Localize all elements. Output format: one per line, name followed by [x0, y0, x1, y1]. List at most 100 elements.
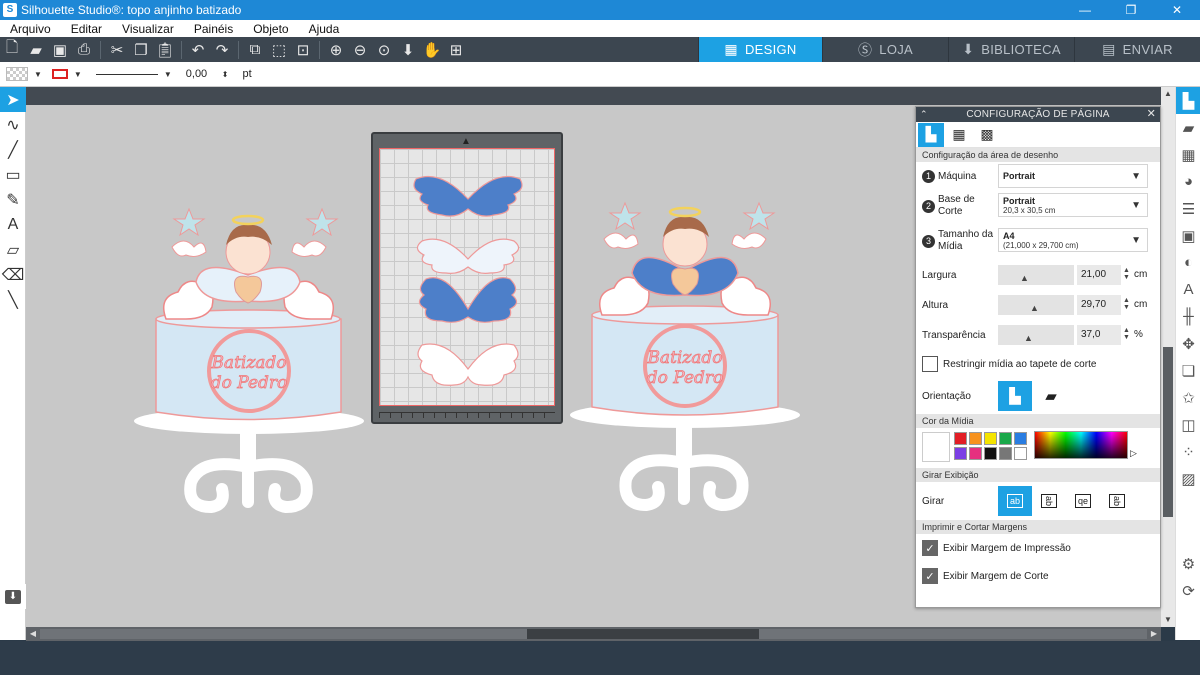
- tab-design[interactable]: ▦ DESIGN: [698, 37, 822, 62]
- offset-icon[interactable]: ◫: [1176, 411, 1200, 438]
- zoom-select-icon[interactable]: ⊙: [372, 39, 396, 61]
- text-tool-icon[interactable]: A: [0, 212, 26, 237]
- slider-knob[interactable]: ▲: [1030, 303, 1039, 313]
- line-width-input[interactable]: 0,00: [186, 68, 216, 80]
- import-button[interactable]: ⬇: [0, 584, 26, 609]
- menu-visualizar[interactable]: Visualizar: [112, 22, 184, 36]
- cut-margin-checkbox[interactable]: ✓: [922, 568, 938, 584]
- menu-paineis[interactable]: Painéis: [184, 22, 243, 36]
- color-swatch[interactable]: [984, 447, 997, 460]
- color-spectrum-picker[interactable]: [1034, 431, 1128, 459]
- close-button[interactable]: ✕: [1154, 0, 1200, 20]
- menu-editar[interactable]: Editar: [61, 22, 112, 36]
- tab-biblioteca[interactable]: ⬇ BIBLIOTECA: [948, 37, 1074, 62]
- sync-icon[interactable]: ⟳: [1176, 577, 1200, 604]
- vertical-scrollbar[interactable]: ▲ ▼: [1161, 87, 1175, 627]
- collapse-icon[interactable]: ⌃: [920, 107, 928, 122]
- color-swatch[interactable]: [999, 432, 1012, 445]
- menu-objeto[interactable]: Objeto: [243, 22, 298, 36]
- menu-ajuda[interactable]: Ajuda: [299, 22, 350, 36]
- stepper-icon[interactable]: ▲ ▼: [1123, 297, 1130, 311]
- modify-star-icon[interactable]: ✩: [1176, 384, 1200, 411]
- landscape-orientation-icon[interactable]: ▰: [1034, 381, 1068, 411]
- wings-artwork[interactable]: [380, 149, 556, 407]
- tab-enviar[interactable]: ▤ ENVIAR: [1074, 37, 1200, 62]
- minimize-button[interactable]: —: [1062, 0, 1108, 20]
- color-swatch[interactable]: [999, 447, 1012, 460]
- color-picker-arrow-icon[interactable]: ▷: [1130, 448, 1137, 459]
- edit-points-icon[interactable]: ∿: [0, 112, 26, 137]
- fill-color-swatch[interactable]: [6, 67, 28, 81]
- restrict-checkbox[interactable]: [922, 356, 938, 372]
- copy-icon[interactable]: ❐: [129, 39, 153, 61]
- close-icon[interactable]: ✕: [1147, 107, 1156, 122]
- line-color-swatch[interactable]: [51, 69, 68, 79]
- undo-icon[interactable]: ↶: [186, 39, 210, 61]
- portrait-orientation-icon[interactable]: ▙: [998, 381, 1032, 411]
- pan-hand-icon[interactable]: ✋: [420, 39, 444, 61]
- text-style-icon[interactable]: A: [1176, 276, 1200, 303]
- transparency-slider[interactable]: ▲: [998, 325, 1074, 345]
- horizontal-scroll-thumb[interactable]: [527, 629, 759, 639]
- tab-page-icon[interactable]: ▙: [918, 122, 944, 147]
- cut-base-select[interactable]: Portrait 20,3 x 30,5 cm ▼: [998, 193, 1148, 217]
- print-icon[interactable]: ⎙: [72, 39, 96, 61]
- align-icon[interactable]: ╫: [1176, 303, 1200, 330]
- replicate-icon[interactable]: ❏: [1176, 357, 1200, 384]
- stepper-icon[interactable]: ▲ ▼: [1123, 327, 1130, 341]
- sketch-icon[interactable]: ▨: [1176, 465, 1200, 492]
- maximize-button[interactable]: ❐: [1108, 0, 1154, 20]
- page-setup-icon[interactable]: ▙: [1176, 87, 1200, 114]
- tab-grid-icon[interactable]: ▦: [946, 123, 972, 147]
- tab-loja[interactable]: Ⓢ LOJA: [822, 37, 948, 62]
- fit-page-icon[interactable]: ⊞: [444, 39, 468, 61]
- registration-icon[interactable]: ▰: [1176, 114, 1200, 141]
- rotate-180-button[interactable]: qe: [1066, 486, 1100, 516]
- color-swatch[interactable]: [969, 432, 982, 445]
- vertical-scroll-thumb[interactable]: [1163, 347, 1173, 517]
- ungroup-icon[interactable]: ⬚: [267, 39, 291, 61]
- new-file-icon[interactable]: 🗋: [0, 39, 24, 61]
- rotate-270-button[interactable]: ab: [1100, 486, 1134, 516]
- color-swatch[interactable]: [969, 447, 982, 460]
- menu-arquivo[interactable]: Arquivo: [0, 22, 61, 36]
- stepper-icon[interactable]: ⬍: [222, 70, 229, 79]
- scroll-up-icon[interactable]: ▲: [1161, 87, 1175, 101]
- chevron-down-icon[interactable]: ▼: [74, 70, 82, 79]
- chevron-down-icon[interactable]: ▼: [34, 70, 42, 79]
- eraser-icon[interactable]: ⌫: [0, 262, 26, 287]
- tab-background-icon[interactable]: ▩: [974, 123, 1000, 147]
- slider-knob[interactable]: ▲: [1020, 273, 1029, 283]
- scroll-down-icon[interactable]: ▼: [1161, 613, 1175, 627]
- line-style-icon[interactable]: ☰: [1176, 195, 1200, 222]
- line-style-preview[interactable]: [95, 73, 158, 75]
- slider-knob[interactable]: ▲: [1024, 333, 1033, 343]
- scroll-right-icon[interactable]: ▶: [1147, 627, 1161, 641]
- transparency-input[interactable]: 37,0: [1077, 325, 1121, 345]
- move-down-icon[interactable]: ⬇: [396, 39, 420, 61]
- height-input[interactable]: 29,70: [1077, 295, 1121, 315]
- stepper-icon[interactable]: ▲ ▼: [1123, 267, 1130, 281]
- knife-icon[interactable]: ╲: [0, 287, 26, 312]
- print-margin-checkbox[interactable]: ✓: [922, 540, 938, 556]
- pencil-icon[interactable]: ✎: [0, 187, 26, 212]
- transform-icon[interactable]: ✥: [1176, 330, 1200, 357]
- current-color-swatch[interactable]: [922, 432, 950, 462]
- height-slider[interactable]: ▲: [998, 295, 1074, 315]
- cut-icon[interactable]: ✂: [105, 39, 129, 61]
- right-cake-topper[interactable]: Batizado do Pedro: [570, 201, 800, 512]
- color-swatch[interactable]: [1014, 432, 1027, 445]
- rectangle-tool-icon[interactable]: ▭: [0, 162, 26, 187]
- line-tool-icon[interactable]: ╱: [0, 137, 26, 162]
- fill-palette-icon[interactable]: ◕: [1176, 168, 1200, 195]
- width-slider[interactable]: ▲: [998, 265, 1074, 285]
- color-swatch[interactable]: [954, 447, 967, 460]
- open-folder-icon[interactable]: ▰: [24, 39, 48, 61]
- pixscan-icon[interactable]: ▦: [1176, 141, 1200, 168]
- width-input[interactable]: 21,00: [1077, 265, 1121, 285]
- zoom-out-icon[interactable]: ⊖: [348, 39, 372, 61]
- rotate-0-button[interactable]: ab: [998, 486, 1032, 516]
- rotate-90-button[interactable]: ab: [1032, 486, 1066, 516]
- settings-gear-icon[interactable]: ⚙: [1176, 550, 1200, 577]
- group-icon[interactable]: ⧉: [243, 39, 267, 61]
